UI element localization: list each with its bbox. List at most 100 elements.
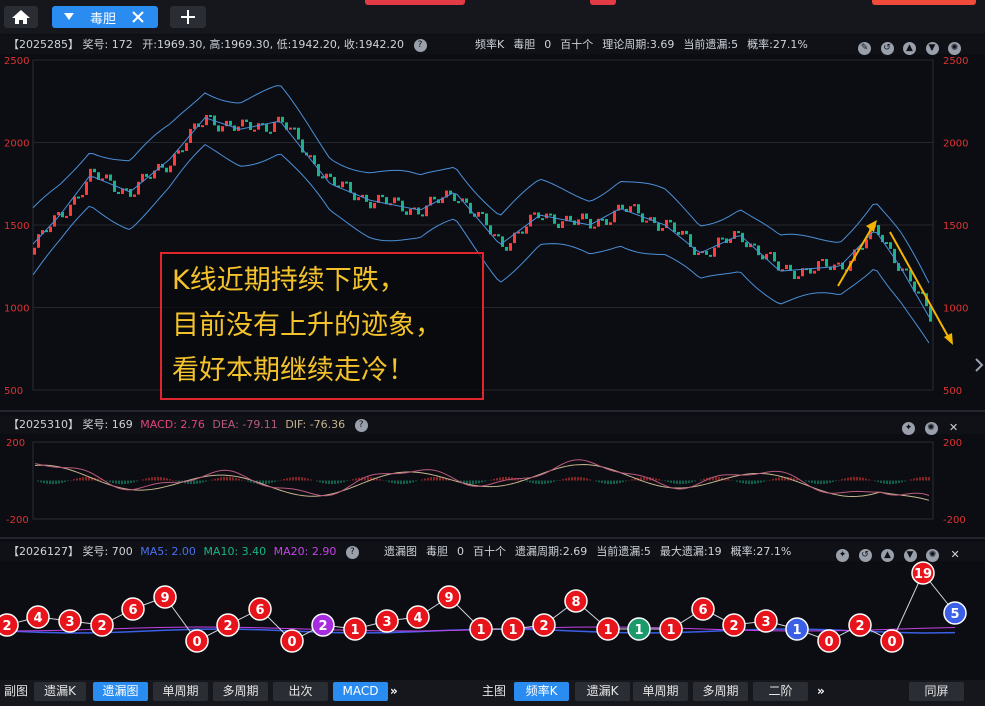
pin-icon[interactable]: ✦ <box>902 421 915 435</box>
miss-point[interactable]: 1 <box>627 617 651 641</box>
miss-chart[interactable]: 2 4 3 2 6 9 0 2 6 0 2 1 3 4 9 1 1 2 8 1 1 1 6 2 3 1 0 2 0 19 5 <box>0 561 985 677</box>
settings-icon[interactable]: ✺ <box>924 421 938 435</box>
miss-point[interactable]: 3 <box>58 609 82 633</box>
miss-point[interactable]: 0 <box>185 629 209 653</box>
sub-chart-button[interactable]: 多周期 <box>213 682 268 701</box>
miss-point[interactable]: 19 <box>911 561 935 585</box>
edit-icon[interactable]: ✎ <box>858 41 871 55</box>
miss-point[interactable]: 2 <box>216 613 240 637</box>
y-tick-label: 1000 <box>4 304 29 315</box>
y-tick-label: 1500 <box>4 221 29 232</box>
miss-point-label: 3 <box>382 615 391 630</box>
sub-chart-button[interactable]: 单周期 <box>153 682 208 701</box>
divider <box>0 410 985 412</box>
miss-point[interactable]: 4 <box>26 605 50 629</box>
miss-point[interactable]: 2 <box>848 613 872 637</box>
miss-point-label: 1 <box>634 623 643 638</box>
miss-point[interactable]: 1 <box>785 617 809 641</box>
miss-point[interactable]: 2 <box>722 613 746 637</box>
more-icon[interactable]: » <box>390 682 398 701</box>
miss-point[interactable]: 0 <box>817 629 841 653</box>
miss-point[interactable]: 9 <box>153 585 177 609</box>
miss-point-label: 19 <box>914 567 932 582</box>
help-icon[interactable]: ? <box>413 38 427 52</box>
miss-point[interactable]: 1 <box>659 617 683 641</box>
main-chart-button[interactable]: 遗漏K <box>575 682 630 701</box>
help-icon[interactable]: ? <box>345 545 359 559</box>
chevron-down-icon <box>64 13 74 20</box>
tab-bar: 毒胆 <box>0 0 985 34</box>
miss-point[interactable]: 4 <box>406 605 430 629</box>
miss-point[interactable]: 2 <box>90 613 114 637</box>
kline-header: 【2025285】 奖号: 172 开:1969.30, 高:1969.30, … <box>0 35 985 55</box>
miss-point[interactable]: 0 <box>880 629 904 653</box>
arrow-down-icon[interactable]: ▼ <box>925 41 939 55</box>
miss-point[interactable]: 2 <box>532 613 556 637</box>
main-chart-button[interactable]: 多周期 <box>693 682 748 701</box>
bottom-toolbar: 副图 遗漏K 遗漏图 单周期 多周期 出次 MACD » 主图 频率K 遗漏K 单周期 多周期二… <box>0 680 985 706</box>
kline-right-info: 频率K 毒胆 0 百十个 理论周期:3.69 当前遗漏:5 概率:27.1% <box>475 35 817 54</box>
miss-point-label: 3 <box>65 615 74 630</box>
award-value: 700 <box>111 545 133 558</box>
miss-point[interactable]: 1 <box>596 617 620 641</box>
kline-info: 【2025285】 奖号: 172 开:1969.30, 高:1969.30, … <box>8 35 427 54</box>
miss-point[interactable]: 2 <box>311 613 335 637</box>
miss-point[interactable]: 6 <box>248 597 272 621</box>
miss-point[interactable]: 6 <box>121 597 145 621</box>
kline-info-item: 毒胆 <box>513 38 536 51</box>
sub-chart-button[interactable]: 遗漏图 <box>93 682 148 701</box>
settings-icon[interactable]: ✺ <box>948 41 961 55</box>
sub-chart-button[interactable]: 遗漏K <box>34 682 86 701</box>
kline-chart[interactable]: 2500 2500 2000 2000 1500 1500 1000 1000 500 500 <box>0 54 985 406</box>
miss-point[interactable]: 5 <box>943 601 967 625</box>
miss-point[interactable]: 3 <box>375 609 399 633</box>
same-screen-button[interactable]: 同屏 <box>909 682 964 701</box>
miss-point[interactable]: 1 <box>501 617 525 641</box>
tab-label: 毒胆 <box>90 12 117 27</box>
miss-point-label: 9 <box>160 591 169 606</box>
chevron-right-icon[interactable] <box>973 356 985 374</box>
more-icon[interactable]: » <box>817 682 825 701</box>
miss-point[interactable]: 8 <box>564 589 588 613</box>
miss-point-label: 1 <box>350 623 359 638</box>
miss-point[interactable]: 3 <box>754 609 778 633</box>
macd-chart[interactable]: 200 -200 200 -200 <box>0 434 985 534</box>
main-chart-button[interactable]: 频率K <box>514 682 569 701</box>
miss-point[interactable]: 2 <box>0 613 19 637</box>
y-tick-label: 200 <box>943 438 962 449</box>
arrow-down-icon[interactable]: ▼ <box>903 548 917 562</box>
miss-point-label: 1 <box>603 623 612 638</box>
y-tick-label: 200 <box>6 438 25 449</box>
settings-icon[interactable]: ✺ <box>926 548 939 562</box>
close-icon[interactable] <box>132 11 144 23</box>
miss-point[interactable]: 1 <box>469 617 493 641</box>
kline-info-item: 概率:27.1% <box>747 38 808 51</box>
undo-icon[interactable]: ↺ <box>880 41 894 55</box>
miss-point[interactable]: 9 <box>437 585 461 609</box>
miss-info-item: 当前遗漏:5 <box>596 545 651 558</box>
sub-chart-button[interactable]: 出次 <box>273 682 328 701</box>
arrow-up-icon[interactable]: ▲ <box>903 41 916 55</box>
ma5-value: MA5: 2.00 <box>140 545 196 558</box>
annotation-line-2: 目前没有上升的迹象， <box>172 310 442 341</box>
miss-point-label: 0 <box>824 635 833 650</box>
tab-dudan[interactable]: 毒胆 <box>52 6 158 28</box>
miss-point-label: 2 <box>539 619 548 634</box>
help-icon[interactable]: ? <box>354 418 368 432</box>
sub-chart-button[interactable]: MACD <box>333 682 388 701</box>
y-tick-label: 2000 <box>943 139 968 150</box>
add-tab-button[interactable] <box>170 6 206 28</box>
panel-id: 【2026127】 <box>8 545 79 558</box>
main-chart-button[interactable]: 二阶 <box>753 682 808 701</box>
undo-icon[interactable]: ↺ <box>858 548 872 562</box>
arrow-up-icon[interactable]: ▲ <box>881 548 894 562</box>
high-label: 高: <box>209 38 225 51</box>
miss-point[interactable]: 6 <box>691 597 715 621</box>
miss-point[interactable]: 0 <box>280 629 304 653</box>
main-chart-button[interactable]: 单周期 <box>633 682 688 701</box>
miss-point[interactable]: 1 <box>343 617 367 641</box>
kline-info-item: 频率K <box>475 38 505 51</box>
pin-icon[interactable]: ✦ <box>836 548 849 562</box>
home-tab[interactable] <box>4 6 38 28</box>
miss-info-item: 遗漏周期:2.69 <box>515 545 588 558</box>
